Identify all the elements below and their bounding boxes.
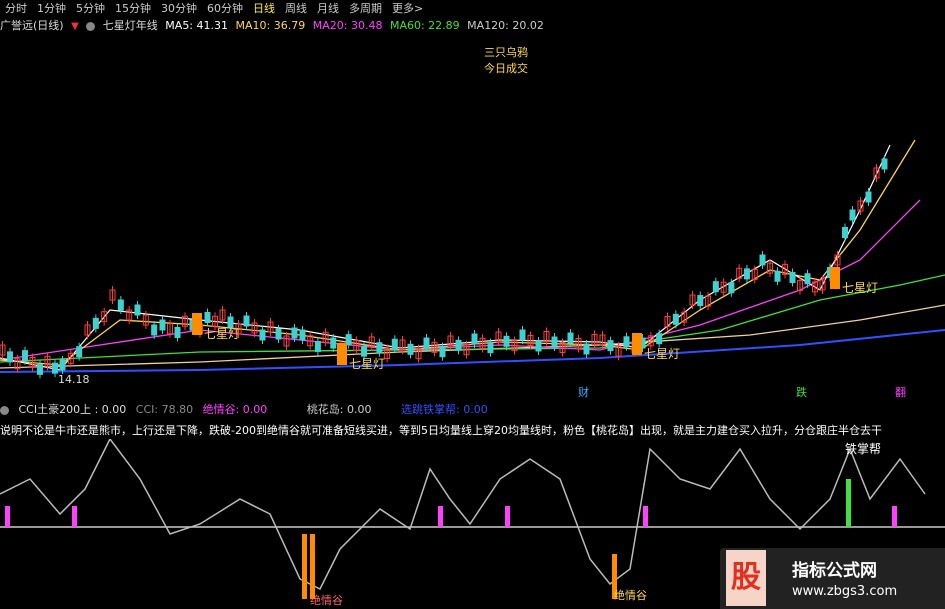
candle-body xyxy=(567,332,574,344)
seven-star-label: 七星灯 xyxy=(644,347,680,361)
candle-body xyxy=(174,327,181,338)
peach-island-bar xyxy=(438,506,443,527)
jqg-mark-2: 绝情谷 xyxy=(614,588,647,602)
xzt-value: 选跳铁掌帮: 0.00 xyxy=(401,403,488,416)
candle-body xyxy=(391,338,398,350)
peach-island-bar xyxy=(505,506,510,527)
bottom-tag-cai: 财 xyxy=(578,385,589,399)
peach-island-bar xyxy=(643,506,648,527)
candle-body xyxy=(849,209,856,221)
candle-body xyxy=(697,295,704,307)
candle-body xyxy=(299,329,306,341)
candle-body xyxy=(134,304,141,316)
candle-body xyxy=(159,319,166,331)
candle-body xyxy=(423,337,430,349)
candle-body xyxy=(842,227,848,238)
tzb-label: 铁掌帮 xyxy=(845,442,881,456)
tzb-bar xyxy=(846,479,851,527)
candle-body xyxy=(865,191,872,203)
candle-body xyxy=(656,333,663,345)
candle-body xyxy=(361,345,368,357)
candle-body xyxy=(881,158,888,170)
watermark: 股 指标公式网 www.zbgs3.com xyxy=(720,548,945,609)
candle-body xyxy=(804,273,811,285)
candle-body xyxy=(7,351,13,363)
candle-body xyxy=(672,313,679,325)
candle-body xyxy=(22,350,28,362)
candle-body xyxy=(407,343,414,355)
seven-star-label: 七星灯 xyxy=(842,281,878,295)
candle-body xyxy=(59,359,66,371)
bottom-tag-fan: 翻 xyxy=(895,385,906,399)
candle-body xyxy=(243,315,250,327)
peach-island-bar xyxy=(72,506,77,527)
candle-body xyxy=(330,337,337,349)
ma20-line xyxy=(0,199,921,361)
cci-label: CCI土豪200上 : 0.00 xyxy=(18,403,127,416)
indicator-description: 说明不论是牛市还是熊市，上行还是下降，跌破-200到绝情谷就可准备短线买进，等到… xyxy=(0,424,882,437)
candle-body xyxy=(712,281,719,293)
candle-body xyxy=(151,324,158,336)
candle-body xyxy=(439,346,446,358)
candle-body xyxy=(259,329,266,341)
candle-body xyxy=(376,342,383,354)
candle-body xyxy=(623,336,630,348)
seven-star-label: 七星灯 xyxy=(349,357,385,371)
sub-indicator-info: CCI土豪200上 : 0.00 CCI: 78.80 绝情谷: 0.00 桃花… xyxy=(0,402,945,417)
cci-value: CCI: 78.80 xyxy=(135,403,194,416)
bottom-tag-die: 跌 xyxy=(796,385,807,399)
watermark-url: www.zbgs3.com xyxy=(792,584,898,599)
signal-bar xyxy=(337,343,347,365)
peach-island-bar xyxy=(892,506,897,527)
candle-body xyxy=(759,254,766,266)
candle-body xyxy=(314,341,321,353)
candle-body xyxy=(503,335,510,347)
candle-body xyxy=(583,343,590,355)
candle-body xyxy=(519,329,526,341)
peach-island-bar xyxy=(5,506,10,527)
sub-settings-icon[interactable] xyxy=(0,405,9,415)
jqg-bar xyxy=(302,534,307,599)
candle-body xyxy=(117,299,124,311)
candle-body xyxy=(551,336,558,348)
signal-bar xyxy=(192,313,202,335)
candle-body xyxy=(471,333,478,345)
jqg-bar xyxy=(310,534,315,599)
candle-body xyxy=(487,342,494,354)
candle-body xyxy=(92,317,99,329)
candle-body xyxy=(204,312,211,323)
watermark-logo: 股 xyxy=(726,550,766,606)
candle-body xyxy=(455,339,462,351)
candle-body xyxy=(607,340,614,352)
ma5-line xyxy=(0,144,891,371)
candle-body xyxy=(728,282,735,294)
seven-star-label: 七星灯 xyxy=(204,327,240,341)
candle-body xyxy=(275,328,282,340)
candle-body xyxy=(535,340,542,352)
candle-body xyxy=(291,327,298,339)
candle-body xyxy=(774,270,781,282)
candlestick-chart[interactable]: 14.18七星灯七星灯七星灯七星灯财跌翻 xyxy=(0,0,945,400)
thd-value: 桃花岛: 0.00 xyxy=(306,403,372,416)
jqg-mark-1: 绝情谷 xyxy=(310,593,343,607)
signal-bar xyxy=(632,333,642,355)
candle-body xyxy=(76,346,83,358)
candle-body xyxy=(52,362,58,374)
candle-body xyxy=(789,272,796,283)
watermark-title: 指标公式网 xyxy=(792,561,877,581)
candle-body xyxy=(743,268,750,280)
low-price-label: 14.18 xyxy=(58,373,90,386)
candle-body xyxy=(227,316,234,328)
signal-bar xyxy=(830,267,840,289)
candle-body xyxy=(37,363,43,375)
jqg-value: 绝情谷: 0.00 xyxy=(202,403,268,416)
